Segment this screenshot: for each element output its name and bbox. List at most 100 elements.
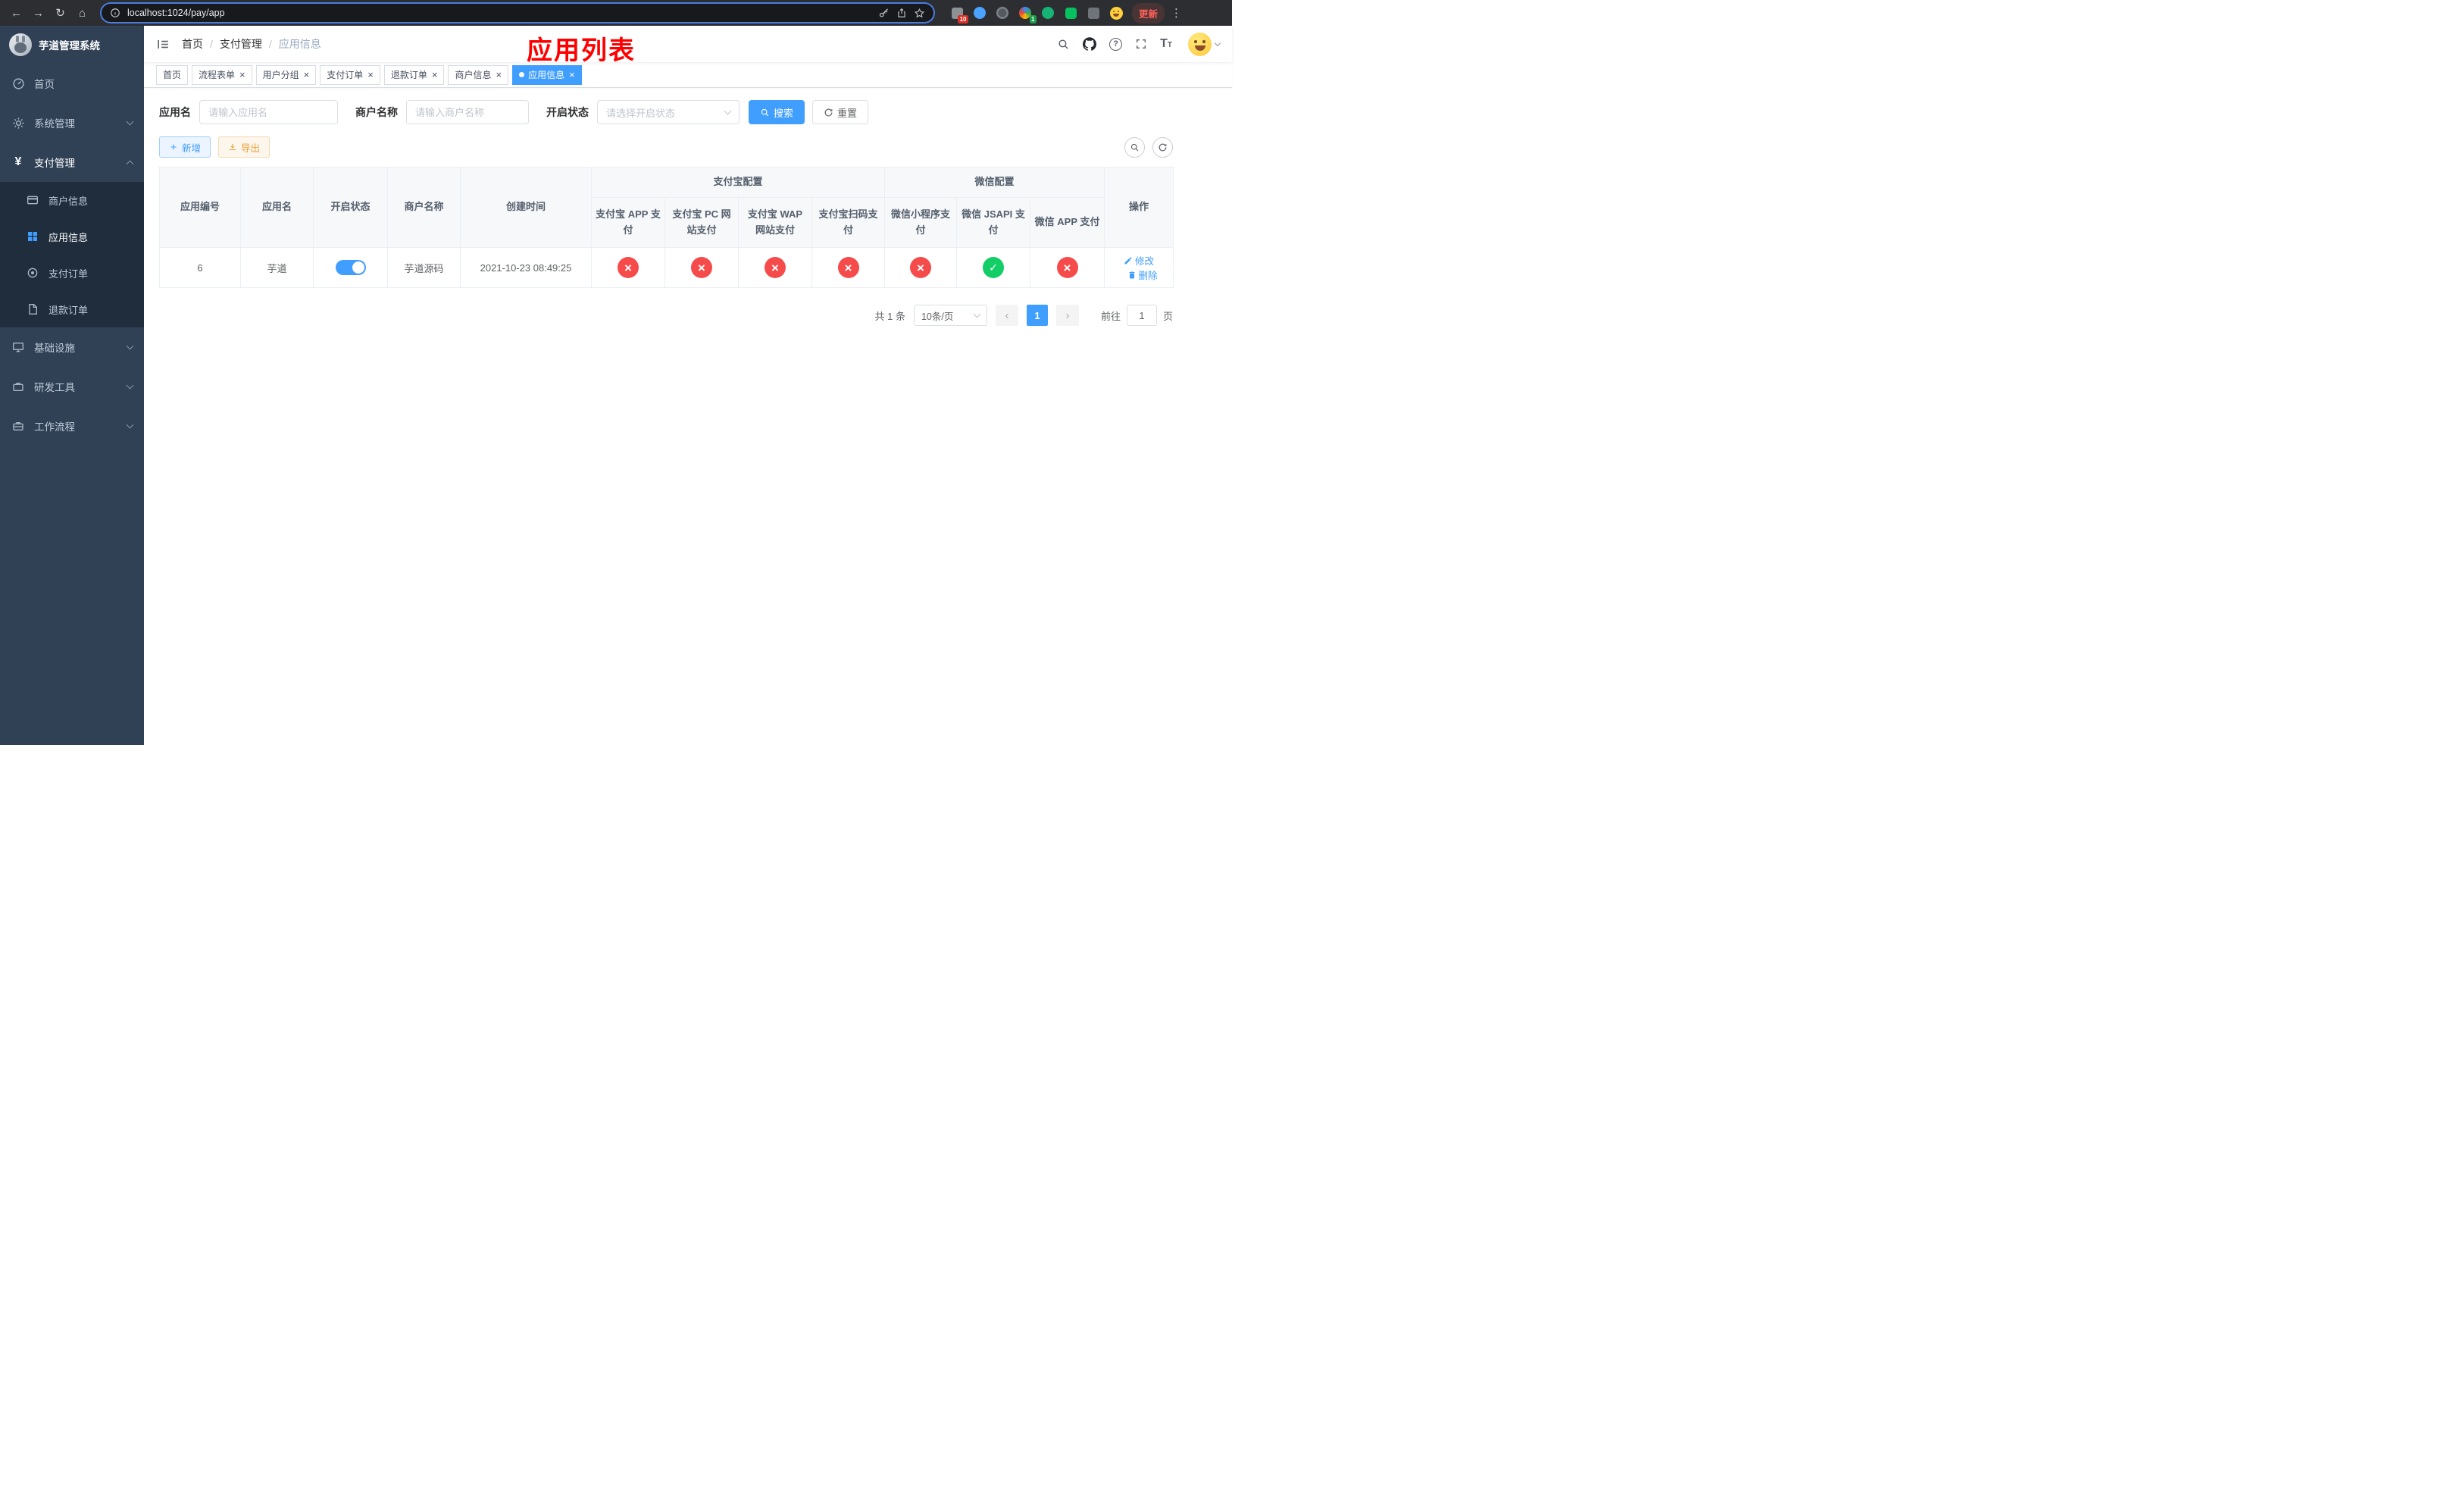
page-unit-label: 页 xyxy=(1162,310,1173,322)
prev-page-button[interactable]: ‹ xyxy=(995,305,1018,326)
extension-icon-8[interactable] xyxy=(1108,5,1124,21)
sidebar-item-workflow[interactable]: 工作流程 xyxy=(0,406,144,446)
github-icon[interactable] xyxy=(1083,37,1097,51)
sidebar-item-app-info[interactable]: 应用信息 xyxy=(0,218,144,255)
sidebar-item-dev-tools[interactable]: 研发工具 xyxy=(0,367,144,406)
tab-merchant-info[interactable]: 商户信息 × xyxy=(448,64,509,85)
cell-alipay-pc xyxy=(664,247,739,288)
bookmark-star-icon[interactable] xyxy=(914,8,925,19)
app-title: 芋道管理系统 xyxy=(39,40,100,52)
pencil-icon xyxy=(1124,256,1132,264)
column-header-wechat-jsapi: 微信 JSAPI 支付 xyxy=(956,197,1031,248)
share-icon[interactable] xyxy=(896,8,907,18)
url-text[interactable]: localhost:1024/pay/app xyxy=(127,8,871,18)
sidebar-item-system[interactable]: 系统管理 xyxy=(0,103,144,142)
goto-page: 前往 页 xyxy=(1101,305,1173,326)
tab-refund-orders[interactable]: 退款订单 × xyxy=(383,64,445,85)
yen-icon: ¥ xyxy=(14,155,22,168)
export-button[interactable]: 导出 xyxy=(218,136,270,158)
sidebar-item-merchant-info[interactable]: 商户信息 xyxy=(0,182,144,218)
browser-reload-icon[interactable]: ↻ xyxy=(50,3,70,23)
close-icon[interactable]: × xyxy=(496,70,502,80)
browser-menu-icon[interactable]: ⋮ xyxy=(1166,6,1187,20)
credit-card-icon xyxy=(26,194,39,206)
page-1-button[interactable]: 1 xyxy=(1026,305,1048,326)
browser-forward-icon[interactable]: → xyxy=(28,3,48,23)
extension-icon-6[interactable] xyxy=(1062,5,1079,21)
chevron-down-icon xyxy=(724,107,732,114)
extension-icon-5[interactable] xyxy=(1040,5,1056,21)
extension-badge: 10 xyxy=(958,15,968,23)
sidebar-item-refund-orders[interactable]: 退款订单 xyxy=(0,291,144,327)
sidebar-item-home[interactable]: 首页 xyxy=(0,64,144,103)
reset-button[interactable]: 重置 xyxy=(812,100,869,124)
next-page-button[interactable]: › xyxy=(1055,305,1079,326)
column-header-alipay-qr: 支付宝扫码支付 xyxy=(811,197,886,248)
refresh-icon xyxy=(824,108,833,116)
merchant-name-input[interactable] xyxy=(406,100,529,124)
monitor-icon xyxy=(11,341,25,353)
edit-link[interactable]: 修改 xyxy=(1124,253,1154,268)
breadcrumb-home[interactable]: 首页 xyxy=(182,36,203,52)
tab-pay-orders[interactable]: 支付订单 × xyxy=(320,64,380,85)
chevron-down-icon xyxy=(973,310,981,318)
search-icon[interactable] xyxy=(1057,38,1070,51)
status-icon xyxy=(910,257,932,278)
status-icon xyxy=(691,257,712,278)
extension-icon-4[interactable]: 1 xyxy=(1017,5,1037,23)
browser-back-icon[interactable]: ← xyxy=(6,3,27,23)
cell-merchant: 芋道源码 xyxy=(387,247,461,288)
sidebar-item-pay-orders[interactable]: 支付订单 xyxy=(0,255,144,291)
avatar xyxy=(1188,32,1212,56)
extension-icon-1[interactable]: 10 xyxy=(949,5,968,23)
tab-app-info[interactable]: 应用信息 × xyxy=(512,64,582,85)
column-header-wechat-app: 微信 APP 支付 xyxy=(1030,197,1105,248)
sidebar-logo[interactable]: 芋道管理系统 xyxy=(0,26,144,64)
close-icon[interactable]: × xyxy=(367,70,374,80)
tab-label: 用户分组 xyxy=(262,70,299,80)
user-menu[interactable] xyxy=(1188,32,1221,56)
sidebar-item-payment[interactable]: ¥ 支付管理 xyxy=(0,142,144,182)
goto-page-input[interactable] xyxy=(1126,305,1157,326)
url-bar[interactable]: localhost:1024/pay/app xyxy=(102,4,933,22)
delete-link[interactable]: 删除 xyxy=(1127,268,1158,282)
add-button[interactable]: 新增 xyxy=(159,136,211,158)
extension-icon-7[interactable] xyxy=(1085,5,1102,21)
app-name-label: 应用名 xyxy=(159,106,191,118)
font-size-icon[interactable] xyxy=(1160,37,1172,51)
app-name-input[interactable] xyxy=(199,100,338,124)
tab-home[interactable]: 首页 xyxy=(156,64,189,85)
browser-extensions: 10 1 xyxy=(943,5,1130,23)
search-button[interactable]: 搜索 xyxy=(749,100,805,124)
document-icon xyxy=(26,303,39,315)
plus-icon xyxy=(170,144,177,150)
sidebar-item-label: 支付管理 xyxy=(34,158,75,169)
merchant-name-label: 商户名称 xyxy=(355,106,398,118)
sidebar-collapse-icon[interactable] xyxy=(156,37,170,52)
site-info-icon[interactable] xyxy=(110,8,120,18)
table-row: 6 芋道 芋道源码 2021-10-23 08:49:25 × × × × × … xyxy=(159,247,1174,288)
tab-process-form[interactable]: 流程表单 × xyxy=(192,64,252,85)
chevron-down-icon xyxy=(1214,39,1221,46)
close-icon[interactable]: × xyxy=(239,70,245,80)
status-select[interactable]: 请选择开启状态 xyxy=(597,100,740,124)
status-icon xyxy=(618,257,639,278)
help-icon[interactable]: ? xyxy=(1109,37,1123,51)
close-icon[interactable]: × xyxy=(432,70,438,80)
browser-home-icon[interactable]: ⌂ xyxy=(72,3,92,23)
breadcrumb-payment[interactable]: 支付管理 xyxy=(220,36,262,52)
sidebar-item-infrastructure[interactable]: 基础设施 xyxy=(0,327,144,367)
page-size-select[interactable]: 10条/页 xyxy=(913,305,987,326)
fullscreen-icon[interactable] xyxy=(1135,38,1147,50)
close-icon[interactable]: × xyxy=(304,70,310,80)
enabled-toggle[interactable] xyxy=(335,260,366,275)
logo-image xyxy=(9,33,32,56)
password-key-icon[interactable] xyxy=(878,8,890,19)
refresh-table-icon[interactable] xyxy=(1152,136,1173,158)
close-icon[interactable]: × xyxy=(569,70,575,80)
browser-update-button[interactable]: 更新 xyxy=(1132,2,1165,23)
extension-icon-2[interactable] xyxy=(971,5,988,21)
extension-icon-3[interactable] xyxy=(994,5,1011,21)
toggle-search-icon[interactable] xyxy=(1124,136,1145,158)
tab-user-group[interactable]: 用户分组 × xyxy=(255,64,317,85)
